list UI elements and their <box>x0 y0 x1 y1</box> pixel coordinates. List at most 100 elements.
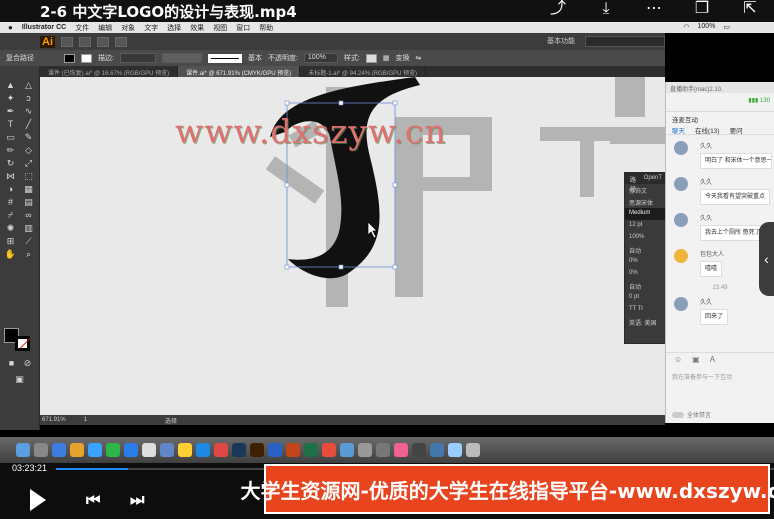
paintbrush-tool-icon[interactable]: ✎ <box>21 132 36 143</box>
browser-icon[interactable] <box>340 443 354 457</box>
help-search-input[interactable] <box>585 36 665 47</box>
char-row-touch[interactable]: 修饰文 <box>625 184 667 196</box>
emoji-icon[interactable]: ☺ <box>674 355 682 364</box>
stroke-color-box[interactable] <box>15 336 30 351</box>
play-icon[interactable] <box>30 489 46 511</box>
variable-width-field[interactable] <box>161 53 202 63</box>
artboard-number[interactable]: 1 <box>84 417 87 423</box>
fill-stroke-control[interactable] <box>4 328 32 352</box>
zoom-level[interactable]: 671.91% <box>42 417 66 423</box>
menu-select[interactable]: 选择 <box>167 23 181 33</box>
wifi-icon[interactable]: ◠ <box>683 23 689 31</box>
tab-chat[interactable]: 聊天 <box>672 125 685 135</box>
blend-tool-icon[interactable]: ∞ <box>21 210 36 221</box>
appstore-icon[interactable] <box>196 443 210 457</box>
gradient-tool-icon[interactable]: ▤ <box>21 197 36 208</box>
menu-help[interactable]: 帮助 <box>259 23 273 33</box>
caps-toggles[interactable]: TT Tr <box>625 304 667 316</box>
width-tool-icon[interactable]: ⋈ <box>3 171 18 182</box>
fill-swatch[interactable] <box>64 53 75 63</box>
pencil-tool-icon[interactable]: ✏ <box>3 145 18 156</box>
chat-input[interactable]: 我在准备参与一下互动 <box>672 372 732 381</box>
perspective-grid-tool-icon[interactable]: ▦ <box>21 184 36 195</box>
tab-questions[interactable]: 要问 <box>730 125 743 135</box>
opacity-field[interactable]: 100% <box>303 53 338 63</box>
transform-label[interactable]: 变换 <box>395 53 409 63</box>
menu-type[interactable]: 文字 <box>144 23 158 33</box>
workspace-switcher[interactable]: 基本功能 <box>547 36 575 46</box>
shape-builder-tool-icon[interactable]: ◑ <box>3 184 18 195</box>
baseline-shift-field[interactable]: 0 pt <box>625 292 667 304</box>
image-icon[interactable]: ▣ <box>692 355 700 364</box>
mute-all-toggle[interactable]: 全体禁言 <box>672 410 711 419</box>
font-style-field[interactable]: Medium <box>625 208 667 220</box>
hand-tool-icon[interactable]: ✋ <box>3 249 18 260</box>
zoom-tool-icon[interactable]: ⌕ <box>21 249 36 260</box>
apple-icon[interactable]: ● <box>8 23 13 32</box>
tab-document-2[interactable]: 课件.ai* @ 671.91% (CMYK/GPU 预览) <box>178 66 301 77</box>
graphic-style-swatch[interactable] <box>365 53 377 63</box>
menu-file[interactable]: 文件 <box>75 23 89 33</box>
status-tool-label[interactable]: 选择 <box>165 416 177 425</box>
tracking-field[interactable]: 0% <box>625 268 667 280</box>
itunes-icon[interactable] <box>394 443 408 457</box>
slice-tool-icon[interactable]: ⟋ <box>21 236 36 247</box>
safari-icon[interactable] <box>52 443 66 457</box>
menu-app-name[interactable]: Illustrator CC <box>22 24 66 31</box>
pip-icon[interactable]: ❐ <box>678 0 726 18</box>
screenshot-icon[interactable] <box>430 443 444 457</box>
terminal-icon[interactable] <box>412 443 426 457</box>
screen-mode-icon[interactable]: ▣ <box>12 374 27 385</box>
eraser-tool-icon[interactable]: ◇ <box>21 145 36 156</box>
menu-object[interactable]: 对象 <box>121 23 135 33</box>
brush-definition-label[interactable]: 基本 <box>248 53 262 63</box>
word-icon[interactable] <box>268 443 282 457</box>
arrange-icon[interactable] <box>97 36 109 47</box>
eyedropper-tool-icon[interactable]: ⌿ <box>3 210 18 221</box>
tab-opentype[interactable]: OpenT <box>644 175 662 182</box>
wechat-icon[interactable] <box>106 443 120 457</box>
messages-icon[interactable] <box>124 443 138 457</box>
download-icon[interactable]: ⤓ <box>582 0 630 18</box>
kerning-field[interactable]: 自动 <box>625 244 667 256</box>
selection-tool-icon[interactable]: ▲ <box>3 80 18 91</box>
tab-online[interactable]: 在线(13) <box>695 125 720 135</box>
free-transform-tool-icon[interactable]: ⬚ <box>21 171 36 182</box>
preview-icon[interactable] <box>358 443 372 457</box>
menu-effect[interactable]: 效果 <box>190 23 204 33</box>
symbol-sprayer-tool-icon[interactable]: ✺ <box>3 223 18 234</box>
mesh-tool-icon[interactable]: # <box>3 197 18 208</box>
magic-wand-tool-icon[interactable]: ✦ <box>3 93 18 104</box>
stroke-weight-field[interactable] <box>119 53 156 63</box>
doc-setup-icon[interactable]: ▦ <box>383 54 390 62</box>
tab-document-3[interactable]: 未标题-1.ai* @ 94.24% (RGB/GPU 预览) <box>300 66 427 77</box>
next-icon[interactable]: ⏭ <box>130 492 144 510</box>
excel-icon[interactable] <box>304 443 318 457</box>
stroke-profile[interactable] <box>207 53 242 63</box>
artboard-tool-icon[interactable]: ⊞ <box>3 236 18 247</box>
toggle-switch[interactable] <box>672 411 684 418</box>
launchpad-icon[interactable] <box>34 443 48 457</box>
scale-tool-icon[interactable]: ⤢ <box>21 158 36 169</box>
menu-view[interactable]: 视图 <box>213 23 227 33</box>
tab-path[interactable]: 路径 <box>630 175 638 193</box>
tsume-field[interactable]: 0% <box>625 256 667 268</box>
chrome-icon[interactable] <box>70 443 84 457</box>
font-icon[interactable]: A <box>710 355 715 364</box>
color-mode-icon[interactable]: ■ <box>4 358 19 369</box>
bridge-icon[interactable] <box>61 36 73 47</box>
vertical-scale-field[interactable]: 100% <box>625 232 667 244</box>
system-preferences-icon[interactable] <box>376 443 390 457</box>
language-select[interactable]: 英语: 美国 <box>625 316 667 328</box>
artboard-canvas[interactable]: www.dxszyw.cn <box>40 77 665 415</box>
more-icon[interactable]: ⋯ <box>630 0 678 18</box>
flip-icon[interactable]: ⇋ <box>415 54 421 62</box>
curvature-tool-icon[interactable]: ∿ <box>21 106 36 117</box>
calendar-icon[interactable] <box>142 443 156 457</box>
font-family-field[interactable]: 思源宋体 <box>625 196 667 208</box>
tab-document-1[interactable]: 课件 (已恢复).ai* @ 16.67% (RGB/GPU 预览) <box>40 66 179 77</box>
rotate-tool-icon[interactable]: ↻ <box>3 158 18 169</box>
stroke-swatch[interactable] <box>81 53 92 63</box>
photos-icon[interactable] <box>160 443 174 457</box>
powerpoint-icon[interactable] <box>286 443 300 457</box>
